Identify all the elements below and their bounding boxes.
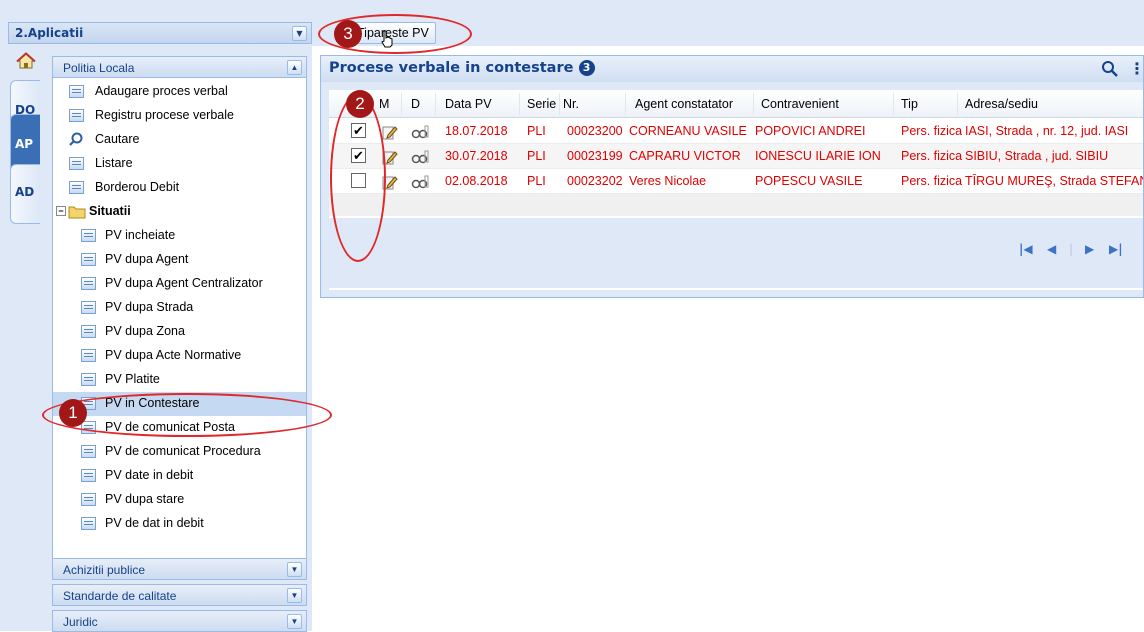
tab-ad[interactable]: AD (10, 164, 40, 224)
expand-icon[interactable]: ▼ (287, 614, 302, 629)
list-icon (69, 109, 84, 122)
folder-icon (68, 204, 86, 222)
app-title: 2.Aplicatii (15, 26, 84, 40)
tree-item-situatie[interactable]: PV dupa stare (53, 488, 306, 512)
col-serie[interactable]: Serie (527, 97, 556, 111)
callout-badge: 1 (59, 399, 87, 427)
tree-item-situatie[interactable]: PV dupa Agent (53, 248, 306, 272)
tree-item-situatie[interactable]: PV de dat in debit (53, 512, 306, 536)
tree-item-situatie[interactable]: PV date in debit (53, 464, 306, 488)
more-options-icon[interactable]: ⋮ (1129, 59, 1144, 79)
count-badge: 3 (578, 60, 595, 76)
tree-item-situatie[interactable]: PV dupa Strada (53, 296, 306, 320)
main-panel: Procese verbale in contestare 3 ⋮ M D Da… (320, 55, 1144, 298)
group-achizitii[interactable]: Achizitii publice ▼ (52, 558, 307, 580)
group-standarde[interactable]: Standarde de calitate ▼ (52, 584, 307, 606)
expand-icon[interactable]: ▼ (287, 562, 302, 577)
navigation-panel: 2.Aplicatii ▼ DO AP AD Politia Locala ▲ … (0, 0, 312, 632)
tree-item-situatie[interactable]: PV Platite (53, 368, 306, 392)
tree-item-situatie[interactable]: PV incheiate (53, 224, 306, 248)
tree-item-borderou[interactable]: Borderou Debit (53, 176, 306, 200)
col-data-pv[interactable]: Data PV (445, 97, 492, 111)
highlight-ellipse (330, 94, 386, 262)
collapse-up-icon[interactable]: ▲ (287, 60, 302, 75)
tree-item-listare[interactable]: Listare (53, 152, 306, 176)
group-juridic[interactable]: Juridic ▼ (52, 610, 307, 632)
view-glasses-icon[interactable] (411, 150, 429, 164)
tree-item-registru[interactable]: Registru procese verbale (53, 104, 306, 128)
form-icon (69, 85, 84, 98)
last-page-icon[interactable]: ▶| (1109, 242, 1123, 256)
panel-title-bar: Procese verbale in contestare 3 ⋮ (321, 56, 1144, 82)
col-tip[interactable]: Tip (901, 97, 918, 111)
col-nr[interactable]: Nr. (563, 97, 579, 111)
col-adresa[interactable]: Adresa/sediu (965, 97, 1038, 111)
report-icon (81, 253, 96, 266)
tree-list: Adaugare proces verbal Registru procese … (52, 78, 307, 560)
table-row[interactable]: ✔ 18.07.2018 PLI 00023200 CORNEANU VASIL… (329, 119, 1143, 144)
collapse-minus-icon[interactable]: − (56, 206, 66, 216)
report-icon (81, 469, 96, 482)
tree-item-situatie[interactable]: PV dupa Agent Centralizator (53, 272, 306, 296)
report-icon (81, 517, 96, 530)
search-icon (69, 132, 83, 149)
grid-empty-area (329, 194, 1143, 216)
group-politia-locala[interactable]: Politia Locala ▲ (52, 56, 307, 78)
tree-item-situatie[interactable]: PV dupa Acte Normative (53, 344, 306, 368)
report-icon (81, 277, 96, 290)
empty-workspace (320, 298, 1144, 631)
next-page-icon[interactable]: ▶ (1085, 242, 1094, 256)
tree-item-situatie[interactable]: PV dupa Zona (53, 320, 306, 344)
col-agent[interactable]: Agent constatator (635, 97, 733, 111)
expand-icon[interactable]: ▼ (287, 588, 302, 603)
report-icon (81, 229, 96, 242)
callout-badge: 3 (334, 20, 362, 48)
vertical-tabs: DO AP AD (8, 44, 44, 631)
report-icon (81, 493, 96, 506)
pagination-bar: |◀ ◀ | ▶ ▶| (329, 218, 1143, 288)
callout-badge: 2 (346, 90, 374, 118)
report-icon (81, 325, 96, 338)
data-grid: M D Data PV Serie Nr. Agent constatator … (329, 90, 1143, 290)
view-glasses-icon[interactable] (411, 175, 429, 189)
table-row[interactable]: 02.08.2018 PLI 00023202 Veres Nicolae PO… (329, 169, 1143, 194)
report-icon (81, 373, 96, 386)
table-icon (69, 181, 84, 194)
col-m[interactable]: M (379, 97, 389, 111)
tree-item-cautare[interactable]: Cautare (53, 128, 306, 152)
tree-folder-situatii[interactable]: − Situatii (53, 200, 306, 224)
col-contravenient[interactable]: Contravenient (761, 97, 839, 111)
search-icon[interactable] (1101, 60, 1119, 78)
collapse-icon[interactable]: ▼ (292, 26, 307, 41)
prev-page-icon[interactable]: ◀ (1047, 242, 1056, 256)
col-d[interactable]: D (411, 97, 420, 111)
table-icon (69, 157, 84, 170)
app-header[interactable]: 2.Aplicatii ▼ (8, 22, 312, 44)
edit-icon[interactable] (382, 124, 398, 140)
view-glasses-icon[interactable] (411, 125, 429, 139)
panel-title: Procese verbale in contestare (329, 60, 574, 76)
table-row[interactable]: ✔ 30.07.2018 PLI 00023199 CAPRARU VICTOR… (329, 144, 1143, 169)
report-icon (81, 349, 96, 362)
first-page-icon[interactable]: |◀ (1019, 242, 1033, 256)
tree-item-situatie[interactable]: PV de comunicat Procedura (53, 440, 306, 464)
report-icon (81, 301, 96, 314)
grid-header: M D Data PV Serie Nr. Agent constatator … (329, 90, 1143, 118)
report-icon (81, 445, 96, 458)
tree-item-adaugare[interactable]: Adaugare proces verbal (53, 80, 306, 104)
